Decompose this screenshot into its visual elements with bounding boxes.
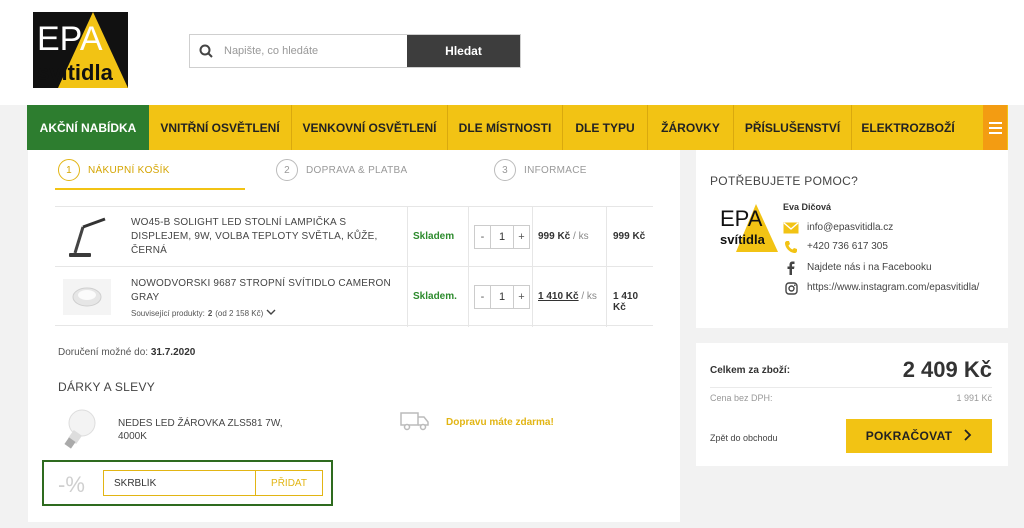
back-to-shop-link[interactable]: Zpět do obchodu [710, 433, 778, 443]
step-label: INFORMACE [524, 164, 587, 176]
stock-status: Skladem [413, 231, 455, 242]
nav-item-prislusenstvi[interactable]: PŘÍSLUŠENSTVÍ [734, 105, 852, 150]
qty-decrease-button[interactable]: - [475, 226, 490, 248]
net-price-value: 1 991 Kč [956, 393, 992, 403]
line-total: 999 Kč [613, 231, 646, 242]
qty-increase-button[interactable]: + [514, 226, 529, 248]
unit-price: 1 410 Kč / ks [538, 291, 597, 302]
nav-item-vnitrni-osvetleni[interactable]: VNITŘNÍ OSVĚTLENÍ [149, 105, 292, 150]
related-products[interactable]: Související produkty: 2 (od 2 158 Kč) [131, 309, 276, 318]
site-header: EPA svítidla Hledat [0, 0, 1024, 105]
total-value: 2 409 Kč [902, 357, 992, 382]
nav-item-dle-typu[interactable]: DLE TYPU [563, 105, 648, 150]
bulb-image [60, 408, 100, 450]
continue-button[interactable]: POKRAČOVAT [846, 419, 992, 453]
nav-item-dle-mistnosti[interactable]: DLE MÍSTNOSTI [448, 105, 563, 150]
divider [710, 387, 992, 388]
main-nav: AKČNÍ NABÍDKA VNITŘNÍ OSVĚTLENÍ VENKOVNÍ… [27, 105, 1008, 150]
step-number: 3 [494, 159, 516, 181]
cart-panel: 1 NÁKUPNÍ KOŠÍK 2 DOPRAVA & PLATBA 3 INF… [28, 150, 680, 522]
help-title: POTŘEBUJETE POMOC? [710, 174, 859, 188]
active-step-underline [55, 188, 245, 190]
search-input[interactable] [222, 35, 407, 67]
instagram-icon [783, 281, 799, 295]
contact-phone[interactable]: +420 736 617 305 [783, 240, 888, 254]
hamburger-menu-icon[interactable] [983, 105, 1007, 150]
qty-value[interactable]: 1 [490, 226, 514, 248]
search-button[interactable]: Hledat [407, 35, 520, 67]
nav-item-elektrozbozi[interactable]: ELEKTROZBOŽÍ [852, 105, 964, 150]
discount-icon: -% [58, 472, 85, 497]
cart-items: WO45-B SOLIGHT LED STOLNÍ LAMPIČKA S DIS… [55, 206, 653, 327]
search-icon [190, 35, 222, 67]
add-coupon-button[interactable]: PŘIDAT [255, 470, 323, 496]
product-image-lamp[interactable] [63, 213, 111, 261]
free-shipping-note: Dopravu máte zdarma! [446, 417, 554, 428]
envelope-icon [783, 221, 799, 235]
logo-line1: EPA [37, 20, 103, 58]
phone-icon [783, 240, 799, 254]
product-name[interactable]: NOWODVORSKI 9687 STROPNÍ SVÍTIDLO CAMERO… [131, 277, 391, 305]
line-total: 1 410 Kč [613, 291, 639, 313]
help-logo-line2: svítidla [720, 232, 766, 247]
delivery-date: Doručení možné do: 31.7.2020 [58, 347, 196, 358]
help-panel: POTŘEBUJETE POMOC? EPA svítidla Eva Dičo… [696, 150, 1008, 328]
coupon-form: -% PŘIDAT [42, 460, 333, 506]
facebook-icon [783, 261, 799, 275]
step-cart[interactable]: 1 NÁKUPNÍ KOŠÍK [58, 159, 170, 181]
product-name[interactable]: WO45-B SOLIGHT LED STOLNÍ LAMPIČKA S DIS… [131, 216, 391, 258]
quantity-stepper: - 1 + [474, 285, 530, 309]
quantity-stepper: - 1 + [474, 225, 530, 249]
unit-price: 999 Kč / ks [538, 231, 589, 242]
qty-increase-button[interactable]: + [514, 286, 529, 308]
help-logo: EPA svítidla [718, 202, 778, 252]
contact-name: Eva Dičová [783, 202, 832, 212]
step-label: DOPRAVA & PLATBA [306, 164, 408, 176]
qty-value[interactable]: 1 [490, 286, 514, 308]
chevron-right-icon [964, 428, 972, 444]
help-logo-line1: EPA [720, 206, 763, 231]
cart-row: WO45-B SOLIGHT LED STOLNÍ LAMPIČKA S DIS… [55, 206, 653, 267]
step-shipping[interactable]: 2 DOPRAVA & PLATBA [276, 159, 408, 181]
step-number: 2 [276, 159, 298, 181]
gift-product-name: NEDES LED ŽÁROVKA ZLS581 7W, 4000K [118, 418, 283, 442]
product-image-ceiling-light[interactable] [63, 273, 111, 321]
order-summary: Celkem za zboží: 2 409 Kč Cena bez DPH: … [696, 343, 1008, 466]
search-bar: Hledat [189, 34, 521, 68]
chevron-down-icon[interactable] [266, 309, 276, 318]
step-number: 1 [58, 159, 80, 181]
gifts-title: DÁRKY A SLEVY [58, 380, 156, 394]
net-price-label: Cena bez DPH: [710, 393, 773, 403]
contact-facebook[interactable]: Najdete nás i na Facebooku [783, 261, 932, 275]
stock-status: Skladem. [413, 291, 457, 302]
logo-line2: svítidla [37, 60, 114, 85]
nav-item-akcni-nabidka[interactable]: AKČNÍ NABÍDKA [27, 105, 149, 150]
nav-item-venkovni-osvetleni[interactable]: VENKOVNÍ OSVĚTLENÍ [292, 105, 448, 150]
total-label: Celkem za zboží: [710, 365, 791, 376]
step-info[interactable]: 3 INFORMACE [494, 159, 587, 181]
site-logo[interactable]: EPA svítidla [33, 12, 128, 88]
truck-icon [400, 410, 430, 432]
contact-email[interactable]: info@epasvitidla.cz [783, 221, 893, 235]
nav-item-zarovky[interactable]: ŽÁROVKY [648, 105, 734, 150]
coupon-input[interactable] [103, 470, 255, 496]
checkout-steps: 1 NÁKUPNÍ KOŠÍK 2 DOPRAVA & PLATBA 3 INF… [28, 150, 680, 190]
cart-row: NOWODVORSKI 9687 STROPNÍ SVÍTIDLO CAMERO… [55, 266, 653, 327]
contact-instagram[interactable]: https://www.instagram.com/epasvitidla/ [783, 281, 997, 295]
step-label: NÁKUPNÍ KOŠÍK [88, 164, 170, 176]
qty-decrease-button[interactable]: - [475, 286, 490, 308]
